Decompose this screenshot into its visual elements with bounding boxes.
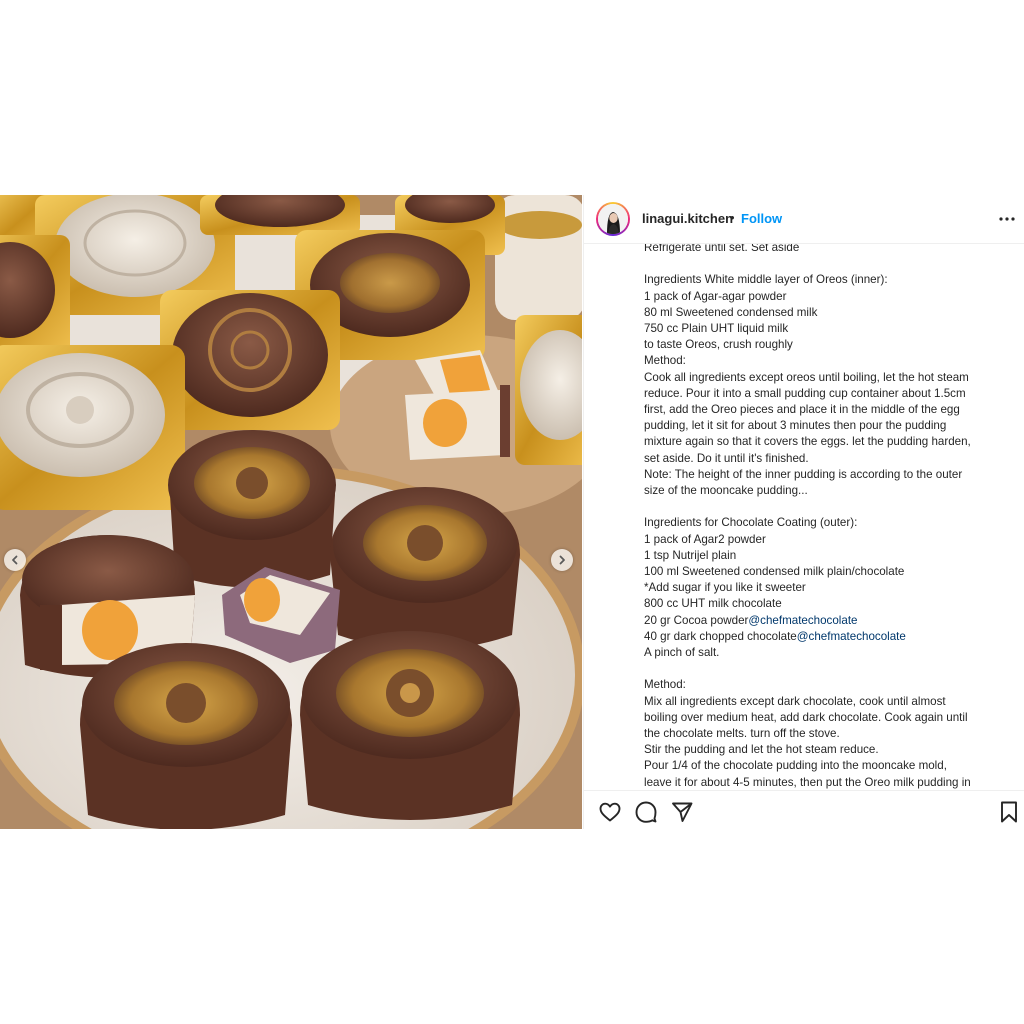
caption-line: 1 tsp Nutrijel plain: [644, 548, 737, 562]
caption-line: 1 pack of Agar-agar powder: [644, 289, 787, 303]
chevron-right-icon: [559, 555, 565, 565]
comment-icon: [635, 801, 657, 823]
caption-line: Mix all ingredients except dark chocolat…: [644, 694, 946, 708]
caption-line: Pour 1/4 of the chocolate pudding into t…: [644, 759, 947, 773]
caption-line: 100 ml Sweetened condensed milk plain/ch…: [644, 565, 905, 579]
caption-line: [644, 499, 1004, 515]
caption-line: first, add the Oreo pieces and place it …: [644, 403, 960, 417]
bookmark-icon: [1001, 801, 1017, 823]
caption-line: Note: The height of the inner pudding is…: [644, 467, 963, 481]
mention-link[interactable]: @chefmatechocolate: [748, 614, 857, 627]
caption-line: 750 cc Plain UHT liquid milk: [644, 322, 789, 335]
post-caption: Refrigerate until set. Set aside Ingredie…: [644, 244, 1004, 790]
caption-line: 20 gr Cocoa powder@chefmatechocolate: [644, 613, 1004, 629]
next-image-button[interactable]: [551, 549, 573, 571]
avatar[interactable]: [596, 202, 630, 236]
save-button[interactable]: [997, 800, 1021, 824]
caption-line: A pinch of salt.: [644, 646, 720, 660]
comment-button[interactable]: [634, 800, 658, 824]
caption-line: reduce. Pour it into a small pudding cup…: [644, 386, 966, 400]
post-actions-bar: [584, 790, 1024, 830]
caption-line: Ingredients for Chocolate Coating (outer…: [644, 516, 858, 530]
profile-picture: [598, 204, 628, 234]
caption-text: 40 gr dark chopped chocolate: [644, 629, 797, 643]
separator-dot: •: [730, 210, 735, 225]
more-options-icon: [999, 217, 1015, 221]
share-button[interactable]: [670, 800, 694, 824]
like-button[interactable]: [598, 800, 622, 824]
post-side-panel: linagui.kitchen • Follow Refrigerate unt…: [583, 195, 1024, 829]
caption-line: leave it for about 4-5 minutes, then put…: [644, 775, 971, 789]
caption-line: Method:: [644, 354, 686, 368]
mooncake-photo: [0, 195, 582, 829]
mention-link[interactable]: @chefmatechocolate: [797, 630, 906, 643]
caption-line: 40 gr dark chopped chocolate@chefmatecho…: [644, 629, 1004, 645]
caption-line: *Add sugar if you like it sweeter: [644, 581, 806, 595]
caption-line: Ingredients White middle layer of Oreos …: [644, 273, 888, 287]
caption-line: the chocolate melts. turn off the stove.: [644, 727, 840, 741]
caption-line: [644, 256, 1004, 272]
caption-text: 20 gr Cocoa powder: [644, 613, 749, 627]
caption-line: pudding, let it sit for about 3 minutes …: [644, 419, 947, 433]
caption-line: mixture again so that it covers the eggs…: [644, 435, 971, 449]
caption-scroll-area[interactable]: Refrigerate until set. Set aside Ingredie…: [584, 244, 1024, 790]
caption-line: to taste Oreos, crush roughly: [644, 338, 793, 352]
caption-line: 1 pack of Agar2 powder: [644, 532, 766, 546]
previous-image-button[interactable]: [4, 549, 26, 571]
caption-line: boiling over medium heat, add dark choco…: [644, 710, 968, 724]
post-image[interactable]: [0, 195, 582, 829]
more-options-button[interactable]: [997, 210, 1017, 228]
caption-line: [644, 661, 1004, 677]
caption-line: Method:: [644, 678, 686, 692]
username-link[interactable]: linagui.kitchen: [642, 211, 733, 226]
avatar-image: [598, 204, 628, 234]
instagram-post: linagui.kitchen • Follow Refrigerate unt…: [0, 195, 1024, 829]
chevron-left-icon: [12, 555, 18, 565]
follow-button[interactable]: Follow: [741, 211, 782, 226]
post-header: linagui.kitchen • Follow: [584, 195, 1024, 244]
heart-icon: [599, 802, 621, 822]
caption-line: Refrigerate until set. Set aside: [644, 244, 800, 254]
caption-line: Cook all ingredients except oreos until …: [644, 370, 969, 384]
caption-line: 80 ml Sweetened condensed milk: [644, 305, 818, 319]
caption-line: set aside. Do it until it's finished.: [644, 451, 809, 465]
caption-line: 800 cc UHT milk chocolate: [644, 597, 782, 611]
caption-line: Stir the pudding and let the hot steam r…: [644, 743, 879, 757]
send-icon: [672, 802, 693, 822]
caption-line: size of the mooncake pudding...: [644, 484, 808, 498]
